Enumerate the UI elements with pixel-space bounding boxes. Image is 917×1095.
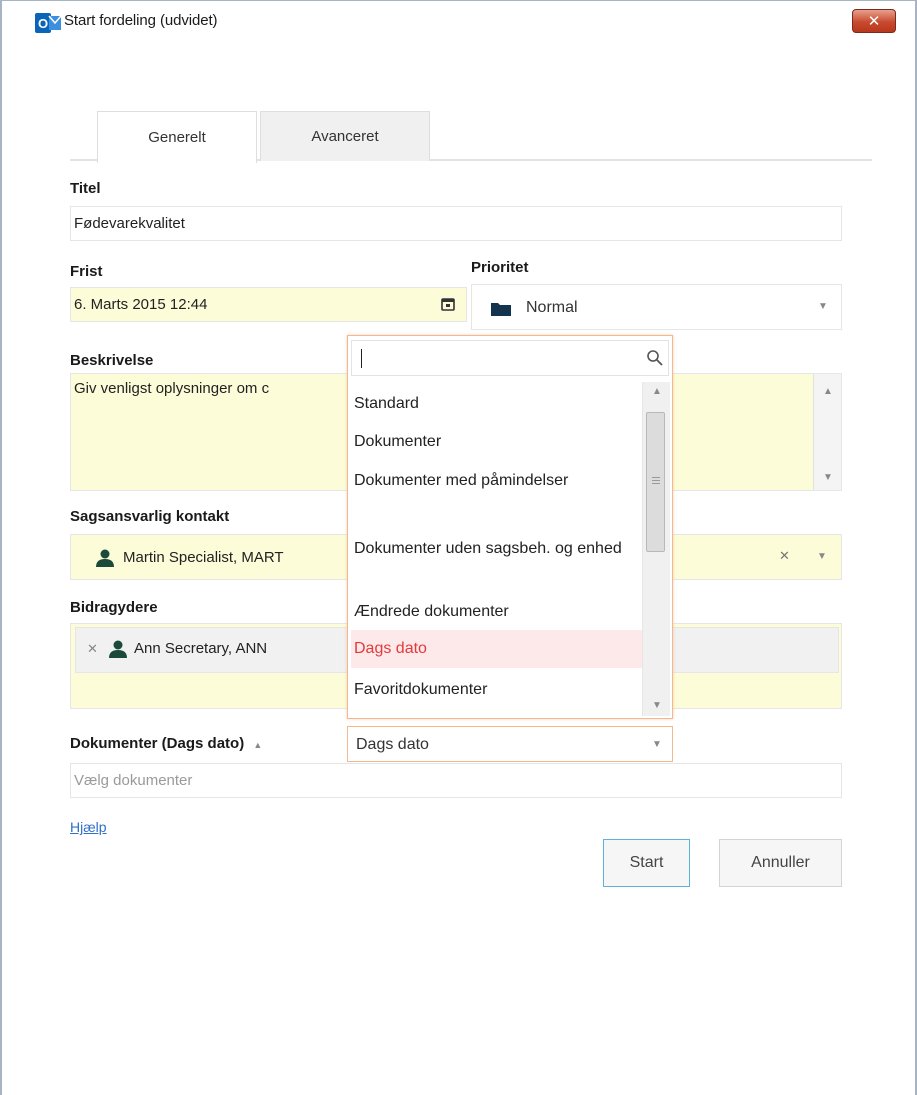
dokumenter-filter-value: Dags dato [356, 736, 429, 753]
dialog-window: O Start fordeling (udvidet) ✕ Generelt A… [0, 0, 917, 1095]
filter-dropdown-popup: Standard Dokumenter Dokumenter med påmin… [347, 335, 673, 719]
clear-icon[interactable]: ✕ [779, 548, 790, 564]
user-icon [108, 640, 128, 662]
scroll-down-icon[interactable]: ▼ [823, 472, 833, 483]
sort-up-icon[interactable]: ▲ [253, 740, 262, 750]
user-icon [95, 549, 115, 571]
title-bar: O Start fordeling (udvidet) ✕ [2, 1, 915, 63]
chevron-down-icon[interactable]: ▼ [817, 551, 827, 562]
scroll-up-icon[interactable]: ▲ [652, 386, 662, 397]
prioritet-label: Prioritet [471, 259, 529, 276]
bidragydere-label: Bidragydere [70, 599, 158, 616]
help-link[interactable]: Hjælp [70, 819, 107, 835]
calendar-icon[interactable] [441, 297, 455, 315]
beskrivelse-scrollbar[interactable]: ▲ ▼ [813, 374, 841, 490]
popup-item-standard[interactable]: Standard [351, 392, 642, 416]
popup-item-dokumenter-med-pamindelser[interactable]: Dokumenter med påmindelser [351, 468, 642, 520]
sagsansvarlig-value: Martin Specialist, MART [123, 549, 284, 566]
chevron-down-icon: ▼ [818, 301, 828, 312]
frist-label: Frist [70, 263, 103, 280]
titel-input[interactable]: Fødevarekvalitet [70, 206, 842, 241]
remove-token-icon[interactable]: ✕ [87, 641, 98, 657]
outlook-icon: O [35, 12, 62, 34]
tab-avanceret[interactable]: Avanceret [260, 111, 430, 161]
dokumenter-filter-select[interactable]: Dags dato ▼ [347, 726, 673, 762]
dokumenter-label: Dokumenter (Dags dato) ▲ [70, 735, 262, 752]
scrollbar-thumb[interactable] [646, 412, 665, 552]
popup-item-dokumenter[interactable]: Dokumenter [351, 430, 642, 454]
popup-item-dokumenter-uden-sagsbeh[interactable]: Dokumenter uden sagsbeh. og enhed [351, 536, 642, 588]
popup-search-input[interactable] [351, 340, 669, 376]
frist-value: 6. Marts 2015 12:44 [74, 296, 208, 313]
bidragyder-value: Ann Secretary, ANN [134, 640, 268, 657]
titel-label: Titel [70, 180, 101, 197]
scroll-up-icon[interactable]: ▲ [823, 386, 833, 397]
annuller-button[interactable]: Annuller [719, 839, 842, 887]
popup-scrollbar[interactable]: ▲ ▼ [642, 382, 670, 716]
chevron-down-icon: ▼ [652, 739, 662, 750]
dokumenter-input[interactable]: Vælg dokumenter [70, 763, 842, 798]
search-icon[interactable] [646, 349, 664, 372]
close-icon: ✕ [867, 13, 881, 30]
prioritet-select[interactable]: Normal ▼ [471, 284, 842, 330]
sagsansvarlig-label: Sagsansvarlig kontakt [70, 508, 230, 525]
beskrivelse-value: Giv venligst oplysninger om c [74, 380, 270, 397]
frist-datepicker[interactable]: 6. Marts 2015 12:44 [70, 287, 467, 322]
text-cursor [361, 349, 362, 368]
prioritet-value: Normal [526, 299, 578, 316]
folder-icon [490, 300, 512, 321]
tab-bar: Generelt Avanceret [70, 111, 872, 163]
window-title: Start fordeling (udvidet) [64, 12, 218, 29]
svg-text:O: O [38, 16, 48, 31]
dokumenter-label-text: Dokumenter (Dags dato) [70, 735, 245, 752]
start-button[interactable]: Start [603, 839, 690, 887]
popup-item-favoritdokumenter[interactable]: Favoritdokumenter [351, 678, 642, 702]
popup-item-aendrede-dokumenter[interactable]: Ændrede dokumenter [351, 600, 642, 624]
popup-item-dags-dato[interactable]: Dags dato [351, 630, 642, 668]
scroll-down-icon[interactable]: ▼ [652, 700, 662, 711]
tab-generelt[interactable]: Generelt [97, 111, 257, 163]
beskrivelse-label: Beskrivelse [70, 352, 154, 369]
close-button[interactable]: ✕ [852, 9, 896, 33]
